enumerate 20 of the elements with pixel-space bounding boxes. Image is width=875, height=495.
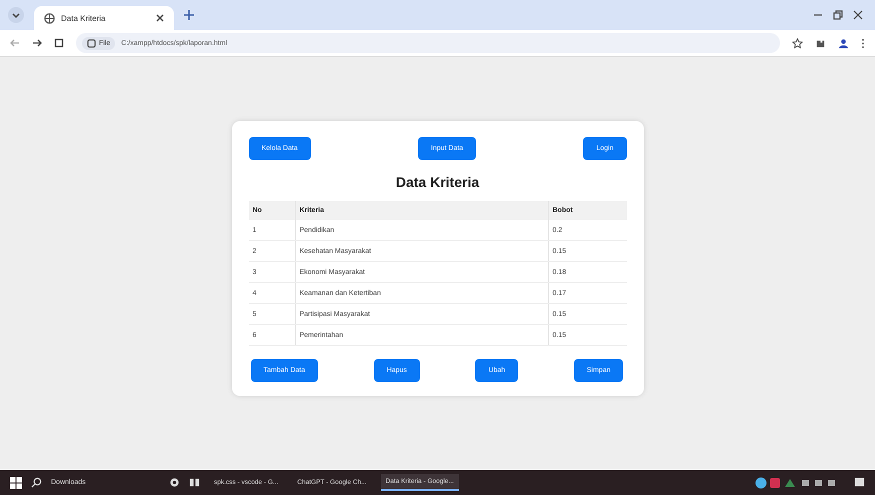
page-heading: Data Kriteria [394,174,480,190]
browser-tab[interactable]: Data Kriteria [34,6,174,30]
file-icon [87,38,96,48]
globe-icon [44,12,55,24]
task-view-icon[interactable] [189,477,200,488]
close-icon[interactable] [156,14,164,22]
search-icon[interactable] [31,477,42,488]
reload-icon[interactable] [54,38,64,48]
notification-icon[interactable] [854,477,865,488]
star-icon[interactable] [792,38,803,48]
tab-title: Data Kriteria [61,14,106,22]
close-icon[interactable] [853,10,863,20]
menu-icon[interactable] [861,38,865,48]
restore-icon[interactable] [833,10,843,20]
profile-icon[interactable] [838,38,849,48]
forward-icon[interactable] [32,38,42,48]
gear-icon[interactable] [169,477,180,488]
new-tab-icon[interactable] [184,10,194,20]
tab-search-icon[interactable] [8,7,24,23]
start-icon[interactable] [10,476,22,488]
